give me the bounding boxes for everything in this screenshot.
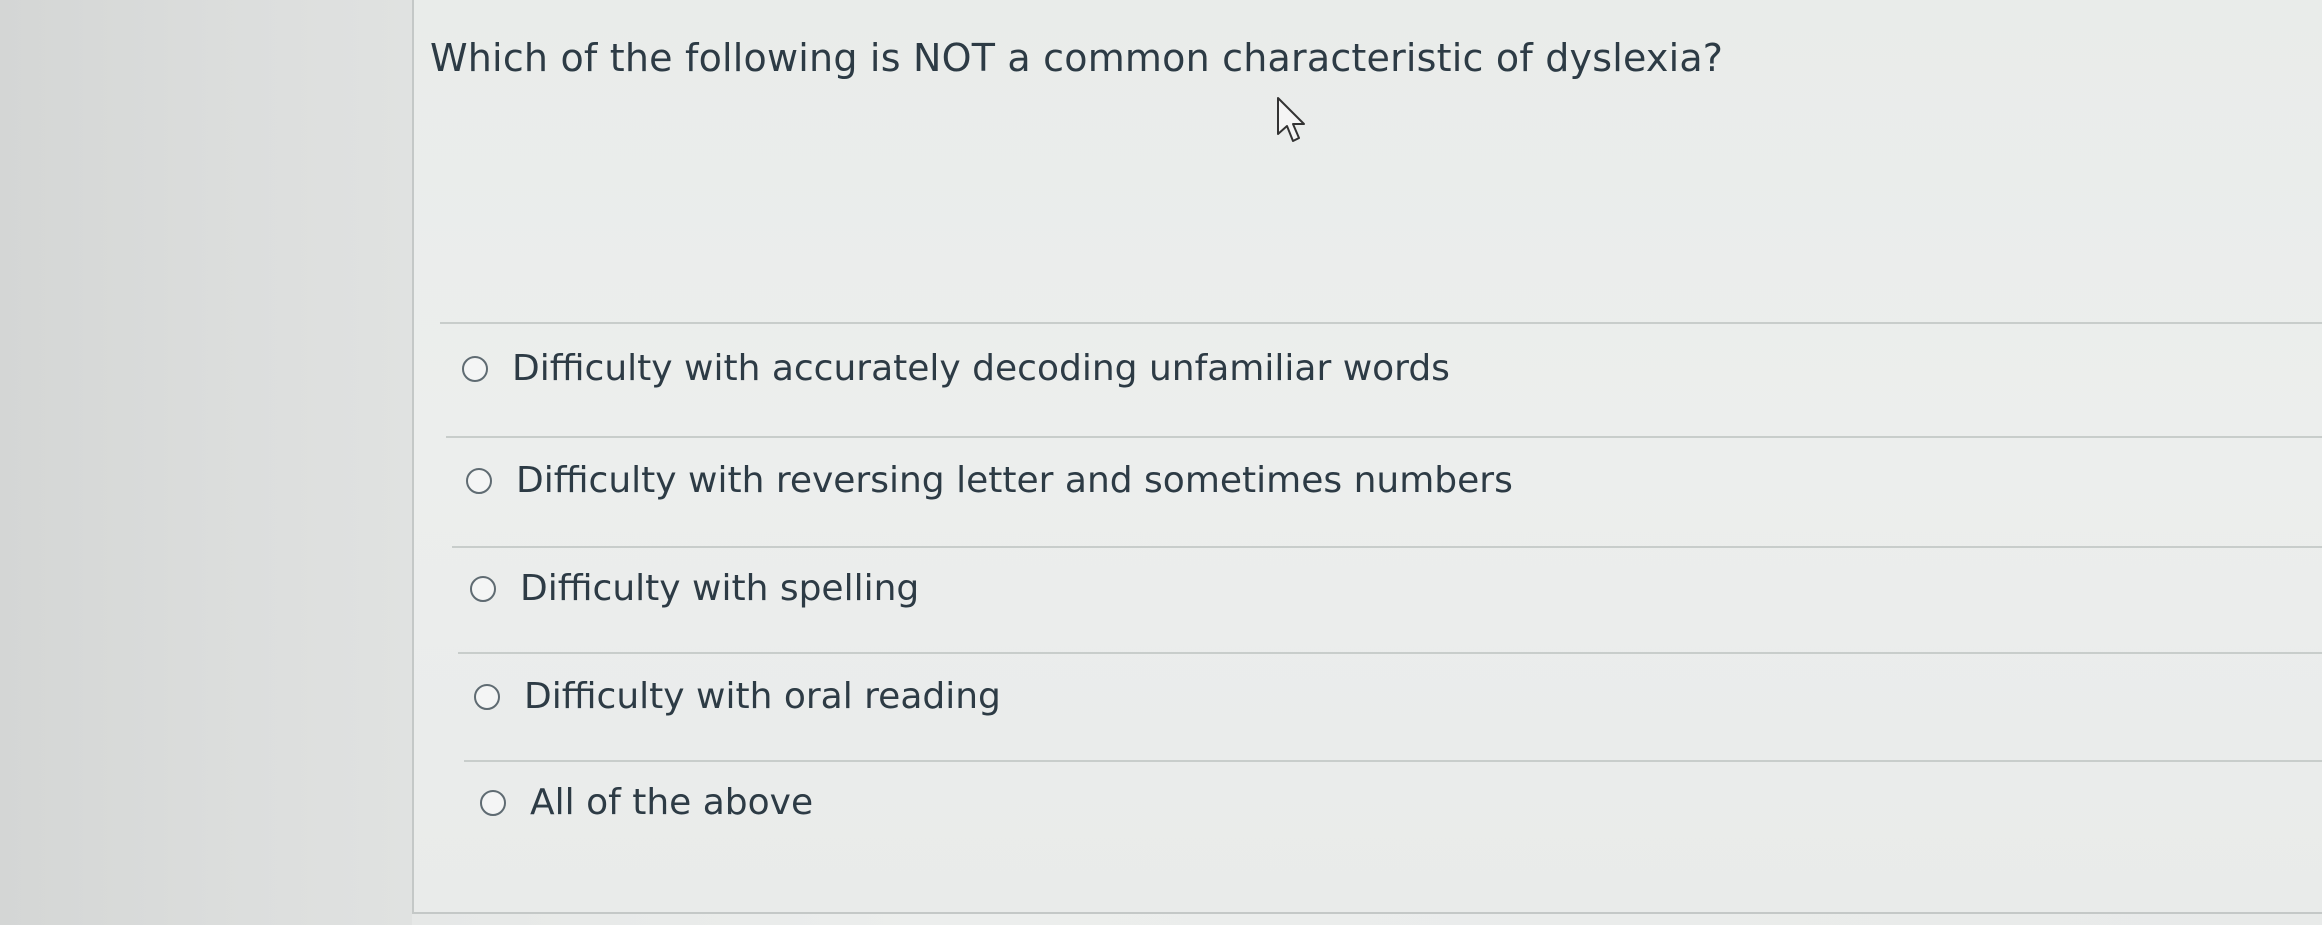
answer-divider <box>452 546 2322 548</box>
radio-button[interactable] <box>480 789 506 816</box>
answer-label: Difficulty with accurately decoding unfa… <box>512 348 1450 389</box>
answer-divider <box>464 760 2322 762</box>
answer-option-4[interactable]: Difficulty with oral reading <box>474 676 1001 717</box>
answer-label: Difficulty with reversing letter and som… <box>516 460 1513 501</box>
radio-button[interactable] <box>466 467 492 494</box>
question-card <box>412 0 2322 914</box>
answer-divider <box>440 322 2322 324</box>
page-margin <box>0 0 412 925</box>
question-text: Which of the following is NOT a common c… <box>430 36 1724 80</box>
answer-label: Difficulty with oral reading <box>524 676 1001 717</box>
radio-button[interactable] <box>470 575 496 602</box>
answer-option-3[interactable]: Difficulty with spelling <box>470 568 919 609</box>
answer-option-1[interactable]: Difficulty with accurately decoding unfa… <box>462 348 1450 389</box>
answer-label: All of the above <box>530 782 814 823</box>
answer-label: Difficulty with spelling <box>520 568 920 609</box>
answer-divider <box>446 436 2322 438</box>
answer-option-5[interactable]: All of the above <box>480 782 813 823</box>
quiz-page: Which of the following is NOT a common c… <box>0 0 2322 925</box>
radio-button[interactable] <box>474 683 500 710</box>
radio-button[interactable] <box>462 355 488 382</box>
mouse-pointer-icon <box>1277 97 1305 142</box>
answer-divider <box>458 652 2322 654</box>
answer-option-2[interactable]: Difficulty with reversing letter and som… <box>466 460 1513 501</box>
